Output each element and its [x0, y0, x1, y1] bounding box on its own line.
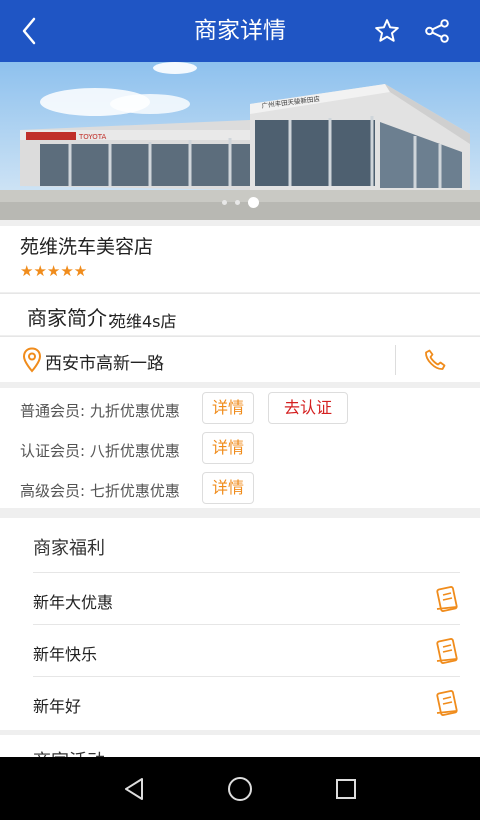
carousel-dot-active[interactable]: [247, 197, 259, 208]
nav-recents-square-icon: [336, 779, 356, 799]
star-outline-icon: [375, 19, 399, 42]
nav-recents-button[interactable]: [330, 773, 362, 805]
carousel-dot[interactable]: [234, 200, 240, 205]
coupon-icon: [436, 690, 458, 716]
nav-back-triangle-icon: [125, 778, 143, 800]
membership-text: 认证会员: 八折优惠优惠: [20, 442, 180, 460]
coupon-icon: [436, 638, 458, 664]
shop-intro: 商家简介: 苑维4s店: [0, 293, 480, 335]
carousel-indicator: [0, 197, 480, 208]
detail-button[interactable]: 详情: [202, 472, 254, 504]
welfare-item[interactable]: 新年好: [33, 676, 460, 728]
welfare-item-label: 新年大优惠: [33, 593, 114, 612]
share-button[interactable]: [421, 15, 453, 47]
welfare-item-label: 新年快乐: [33, 645, 98, 664]
nav-home-button[interactable]: [224, 773, 256, 805]
coupon-icon: [436, 586, 458, 612]
address-row[interactable]: 西安市高新一路: [0, 336, 480, 382]
welfare-item[interactable]: 新年快乐: [33, 624, 460, 676]
brand-sign: TOYOTA: [78, 133, 107, 141]
favorite-button[interactable]: [371, 15, 403, 47]
image-carousel[interactable]: TOYOTA 广州丰田天骏新田店: [0, 62, 480, 220]
membership-row: 高级会员: 七折优惠优惠 详情: [0, 472, 480, 506]
intro-label: 商家简介:: [27, 306, 114, 330]
membership-text: 普通会员: 九折优惠优惠: [20, 402, 180, 420]
detail-button[interactable]: 详情: [202, 432, 254, 464]
welfare-item-label: 新年好: [33, 697, 82, 716]
activity-section-partial: 商家活动: [0, 735, 480, 757]
page-title: 商家详情: [194, 18, 286, 44]
top-app-bar: 商家详情: [0, 0, 480, 62]
shop-name: 苑维洗车美容店: [20, 236, 154, 258]
verify-button[interactable]: 去认证: [268, 392, 348, 424]
nav-back-button[interactable]: [118, 773, 150, 805]
address-text: 西安市高新一路: [45, 354, 164, 374]
share-icon: [425, 19, 449, 43]
divider: [395, 345, 396, 375]
phone-icon[interactable]: [423, 348, 447, 372]
welfare-section: 商家福利 新年大优惠 新年快乐 新年好: [0, 518, 480, 730]
activity-title: 商家活动: [33, 747, 105, 757]
membership-row: 普通会员: 九折优惠优惠 详情 去认证: [0, 392, 480, 426]
rating-stars: ★★★★★: [20, 262, 88, 280]
system-nav-bar: [0, 757, 480, 820]
location-pin-icon: [22, 347, 42, 373]
membership-row: 认证会员: 八折优惠优惠 详情: [0, 432, 480, 466]
shop-header: 苑维洗车美容店 ★★★★★: [0, 226, 480, 292]
nav-home-circle-icon: [228, 777, 252, 801]
intro-value: 苑维4s店: [110, 312, 177, 331]
welfare-item[interactable]: 新年大优惠: [33, 572, 460, 624]
membership-text: 高级会员: 七折优惠优惠: [20, 482, 180, 500]
welfare-title: 商家福利: [33, 538, 105, 559]
carousel-dot[interactable]: [221, 200, 227, 205]
membership-list: 普通会员: 九折优惠优惠 详情 去认证 认证会员: 八折优惠优惠 详情 高级会员…: [0, 388, 480, 508]
detail-button[interactable]: 详情: [202, 392, 254, 424]
